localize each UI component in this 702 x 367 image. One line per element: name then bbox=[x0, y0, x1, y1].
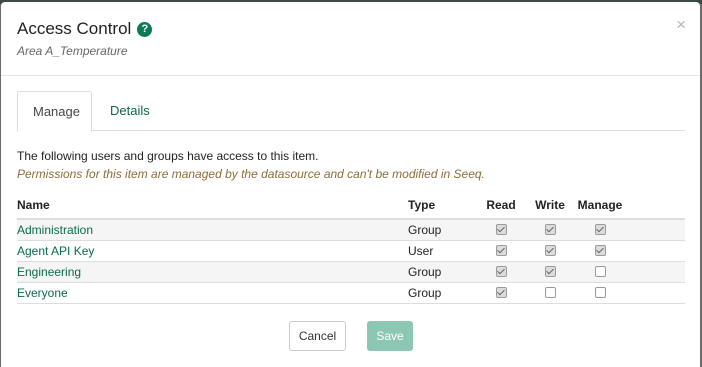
tab-details[interactable]: Details bbox=[95, 91, 165, 131]
help-icon[interactable]: ? bbox=[137, 21, 153, 37]
manage-checkbox[interactable] bbox=[594, 245, 606, 257]
row-type: Group bbox=[408, 265, 442, 279]
table-row: Everyone Group bbox=[17, 283, 685, 304]
cancel-button[interactable]: Cancel bbox=[289, 321, 346, 351]
read-cell bbox=[486, 283, 516, 303]
header-type: Type bbox=[408, 198, 436, 212]
write-cell bbox=[535, 241, 565, 261]
manage-cell bbox=[577, 241, 623, 261]
manage-cell bbox=[577, 283, 623, 303]
tab-manage[interactable]: Manage bbox=[17, 91, 92, 132]
header-read: Read bbox=[486, 198, 516, 212]
access-description: The following users and groups have acce… bbox=[17, 149, 319, 163]
close-icon[interactable]: × bbox=[676, 16, 686, 33]
permissions-table: Name Type Read Write Manage Administrati… bbox=[17, 194, 685, 304]
row-name-link[interactable]: Everyone bbox=[17, 283, 68, 303]
read-checkbox[interactable] bbox=[495, 245, 507, 257]
dialog-title: Access Control ? bbox=[17, 19, 153, 39]
read-checkbox[interactable] bbox=[495, 287, 507, 299]
header-write: Write bbox=[535, 198, 565, 212]
manage-checkbox[interactable] bbox=[594, 224, 606, 236]
manage-cell bbox=[577, 262, 623, 282]
read-checkbox[interactable] bbox=[495, 266, 507, 278]
read-cell bbox=[486, 220, 516, 240]
dialog-header: Access Control ? Area A_Temperature × bbox=[1, 2, 700, 76]
read-cell bbox=[486, 262, 516, 282]
tab-bar: Manage Details bbox=[17, 91, 685, 132]
table-row: Administration Group bbox=[17, 220, 685, 241]
manage-checkbox[interactable] bbox=[594, 287, 606, 299]
table-header: Name Type Read Write Manage bbox=[17, 194, 685, 220]
dialog-subtitle: Area A_Temperature bbox=[17, 44, 128, 58]
row-type: User bbox=[408, 244, 434, 258]
write-cell bbox=[535, 262, 565, 282]
access-control-dialog: Access Control ? Area A_Temperature × Ma… bbox=[1, 2, 700, 367]
row-name-link[interactable]: Agent API Key bbox=[17, 241, 94, 261]
read-checkbox[interactable] bbox=[495, 224, 507, 236]
row-type: Group bbox=[408, 223, 442, 237]
save-button[interactable]: Save bbox=[367, 321, 413, 351]
header-name: Name bbox=[17, 198, 50, 212]
row-name-link[interactable]: Administration bbox=[17, 220, 93, 240]
write-cell bbox=[535, 283, 565, 303]
manage-checkbox[interactable] bbox=[594, 266, 606, 278]
write-checkbox[interactable] bbox=[544, 266, 556, 278]
write-checkbox[interactable] bbox=[544, 245, 556, 257]
datasource-permission-note: Permissions for this item are managed by… bbox=[17, 167, 485, 181]
write-checkbox[interactable] bbox=[544, 287, 556, 299]
row-type: Group bbox=[408, 286, 442, 300]
read-cell bbox=[486, 241, 516, 261]
manage-cell bbox=[577, 220, 623, 240]
header-manage: Manage bbox=[577, 198, 623, 212]
row-name-link[interactable]: Engineering bbox=[17, 262, 81, 282]
table-row: Agent API Key User bbox=[17, 241, 685, 262]
table-row: Engineering Group bbox=[17, 262, 685, 283]
write-checkbox[interactable] bbox=[544, 224, 556, 236]
dialog-title-text: Access Control bbox=[17, 19, 132, 38]
write-cell bbox=[535, 220, 565, 240]
